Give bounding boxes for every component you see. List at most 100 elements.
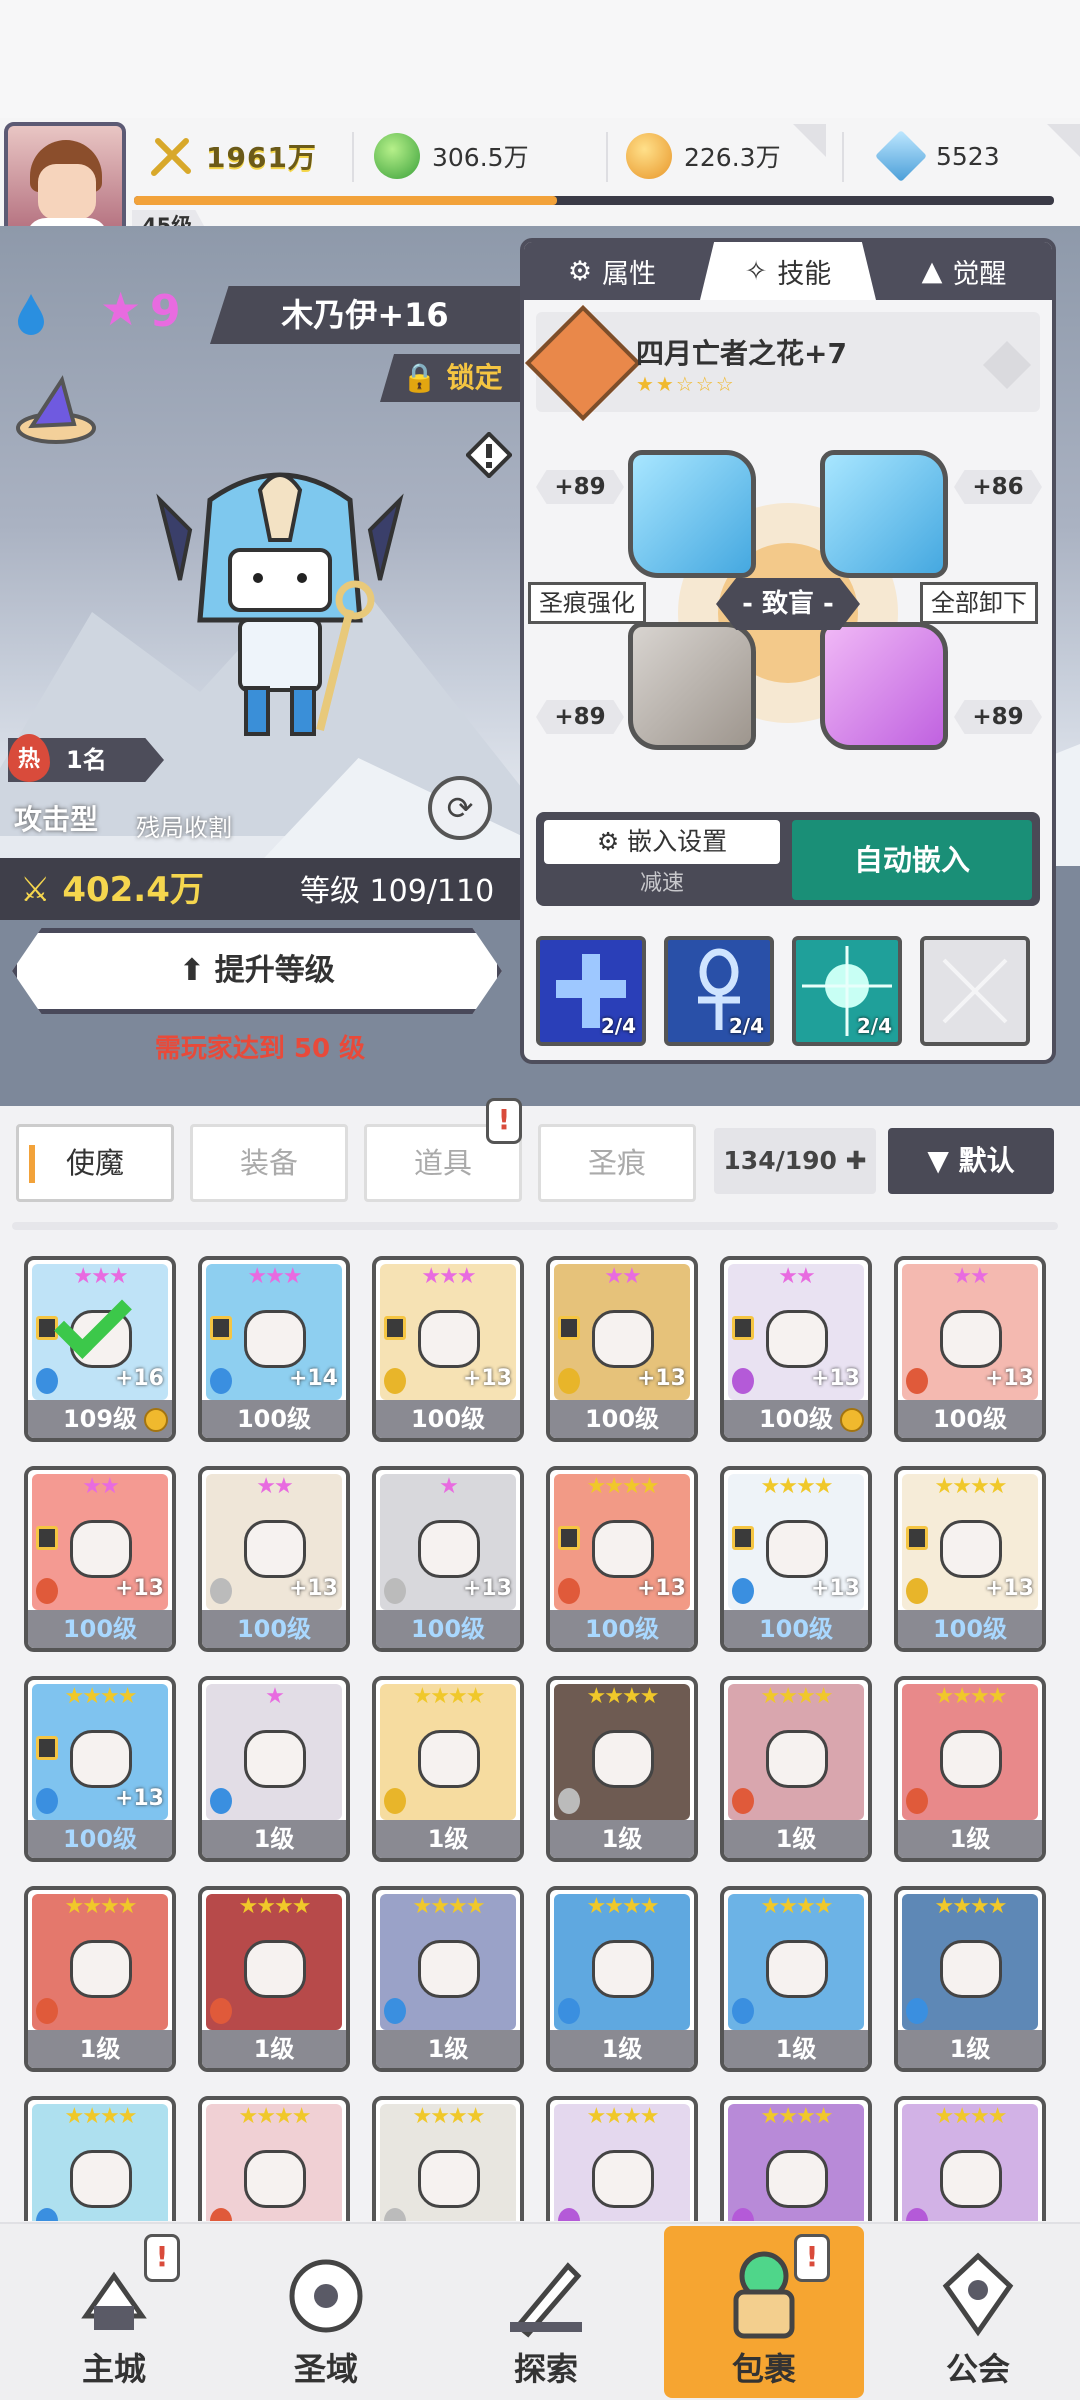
element-icon — [384, 1998, 406, 2024]
familiar-face — [940, 1520, 1002, 1578]
familiar-stars: ★★★★ — [760, 1684, 834, 1709]
tab-label: 觉醒 — [952, 258, 1007, 290]
familiar-card[interactable]: ★ +13 100级 — [372, 1466, 524, 1652]
green-currency-value: 306.5万 — [432, 143, 529, 172]
familiar-face — [766, 1730, 828, 1788]
element-icon — [906, 1998, 928, 2024]
familiar-level: 1级 — [724, 1820, 868, 1858]
familiar-level: 100级 — [202, 1610, 346, 1648]
familiar-stars: ★★★★ — [934, 1474, 1008, 1499]
inventory-count[interactable]: 134/190 ✚ — [714, 1128, 876, 1194]
tab-attributes[interactable]: ⚙ 属性 — [524, 242, 700, 300]
bonus-bottom-right: +89 — [954, 700, 1042, 734]
exp-bar-fill — [134, 196, 558, 205]
familiar-stars: ★★★ — [247, 1264, 302, 1289]
familiar-card[interactable]: ★★★★ 1级 — [720, 1886, 872, 2072]
nav-main-city[interactable]: 主城! — [14, 2226, 214, 2398]
skill-slot-empty[interactable] — [920, 936, 1030, 1046]
lock-icon — [906, 1526, 928, 1550]
stigma-gem-bottom-right[interactable] — [820, 622, 948, 750]
auto-embed-button[interactable]: 自动嵌入 — [792, 820, 1032, 900]
familiar-card[interactable]: ★★★★ +13 100级 — [720, 1466, 872, 1652]
familiar-card[interactable]: ★★ +13 100级 — [894, 1256, 1046, 1442]
familiar-card[interactable]: ★★★★ 1级 — [894, 1886, 1046, 2072]
familiar-card[interactable]: ★★★★ 1级 — [546, 1886, 698, 2072]
status-bar — [0, 0, 1080, 118]
familiar-card[interactable]: ★★★★ +13 100级 — [894, 1466, 1046, 1652]
stigma-board: +89 +86 +89 +89 圣痕强化 全部卸下 - 致盲 - — [524, 428, 1052, 788]
familiar-card[interactable]: ★★★★ 1级 — [720, 1676, 872, 1862]
wizard-hat-icon[interactable] — [12, 374, 100, 446]
familiar-card[interactable]: ★★★★ — [198, 2096, 350, 2221]
familiar-card[interactable]: ★★★★ — [894, 2096, 1046, 2221]
element-icon — [732, 1368, 754, 1394]
embed-settings-label: 嵌入设置 — [627, 827, 728, 856]
lock-icon — [732, 1316, 754, 1340]
familiar-card[interactable]: ★★★★ 1级 — [546, 1676, 698, 1862]
equipped-item-name: 四月亡者之花+7 — [636, 337, 847, 370]
familiar-stars: ★★★★ — [760, 2104, 834, 2129]
familiar-card[interactable]: ★★★★ 1级 — [24, 1886, 176, 2072]
familiar-level: 100级 — [376, 1610, 520, 1648]
upgrade-level-button[interactable]: ⬆ 提升等级 — [12, 928, 502, 1014]
stigma-gem-bottom-left[interactable] — [628, 622, 756, 750]
stigma-gem-top-right[interactable] — [820, 450, 948, 578]
gold-medal-icon — [144, 1408, 168, 1432]
familiar-card[interactable]: ★★★ +16 109级 — [24, 1256, 176, 1442]
alert-icon: ! — [794, 2234, 830, 2282]
nav-guild[interactable]: 公会 — [878, 2226, 1078, 2398]
familiar-card[interactable]: ★★★★ 1级 — [372, 1676, 524, 1862]
refresh-icon[interactable]: ⟳ — [428, 776, 492, 840]
familiar-card[interactable]: ★★★★ 1级 — [198, 1886, 350, 2072]
familiar-card[interactable]: ★★ +13 100级 — [198, 1466, 350, 1652]
familiar-face — [244, 1520, 306, 1578]
element-icon — [384, 1368, 406, 1394]
tab-skills[interactable]: ✧ 技能 — [700, 242, 876, 300]
nav-explore[interactable]: 探索 — [446, 2226, 646, 2398]
filter-tab-stigmata[interactable]: 圣痕 — [538, 1124, 696, 1202]
tab-awaken[interactable]: ▲ 觉醒 — [876, 242, 1052, 300]
familiar-card[interactable]: ★★ +13 100级 — [24, 1466, 176, 1652]
familiar-card[interactable]: ★★ +13 100级 — [546, 1256, 698, 1442]
bonus-top-right: +86 — [954, 470, 1042, 504]
gear-icon: ⚙ — [567, 255, 593, 287]
lock-icon — [558, 1526, 580, 1550]
warning-diamond-icon[interactable] — [466, 432, 512, 478]
hero-character — [156, 472, 404, 736]
familiar-card[interactable]: ★★★★ 1级 — [894, 1676, 1046, 1862]
familiar-card[interactable]: ★★ +13 100级 — [720, 1256, 872, 1442]
nav-sanctuary[interactable]: 圣域 — [226, 2226, 426, 2398]
nav-inventory[interactable]: 包裹! — [664, 2226, 864, 2398]
crossed-swords-icon — [151, 138, 191, 176]
familiar-card[interactable]: ★ 1级 — [198, 1676, 350, 1862]
hero-power: ⚔ 402.4万 — [20, 870, 204, 910]
familiar-card[interactable]: ★★★★ +13 100级 — [24, 1676, 176, 1862]
element-icon — [36, 1368, 58, 1394]
lock-button[interactable]: 🔒 锁定 — [380, 354, 520, 402]
familiar-card[interactable]: ★★★★ — [720, 2096, 872, 2221]
filter-tab-familiars[interactable]: 使魔 — [16, 1124, 174, 1202]
familiar-card[interactable]: ★★★★ 1级 — [372, 1886, 524, 2072]
stigma-gem-top-left[interactable] — [628, 450, 756, 578]
familiar-card[interactable]: ★★★★ +13 100级 — [546, 1466, 698, 1652]
unequip-all-button[interactable]: 全部卸下 — [920, 582, 1038, 624]
element-icon — [732, 1998, 754, 2024]
sort-default-button[interactable]: ▼ 默认 — [888, 1128, 1054, 1194]
skill-slot-2[interactable]: 2/4 — [664, 936, 774, 1046]
embed-settings-button[interactable]: ⚙ 嵌入设置 — [544, 820, 780, 864]
filter-tab-equipment[interactable]: 装备 — [190, 1124, 348, 1202]
familiar-level: 100级 — [898, 1610, 1042, 1648]
familiar-card[interactable]: ★★★★ — [24, 2096, 176, 2221]
familiar-card[interactable]: ★★★★ — [546, 2096, 698, 2221]
familiar-level: 100级 — [724, 1610, 868, 1648]
familiar-card[interactable]: ★★★ +13 100级 — [372, 1256, 524, 1442]
element-icon — [384, 1578, 406, 1604]
element-icon — [558, 1998, 580, 2024]
familiar-card[interactable]: ★★★ +14 100级 — [198, 1256, 350, 1442]
skill-slot-3[interactable]: 2/4 — [792, 936, 902, 1046]
stigma-enhance-button[interactable]: 圣痕强化 — [528, 582, 646, 624]
bonus-top-left: +89 — [536, 470, 624, 504]
skill-slot-1[interactable]: 2/4 — [536, 936, 646, 1046]
gold-currency: 226.3万 — [626, 128, 781, 184]
familiar-card[interactable]: ★★★★ — [372, 2096, 524, 2221]
